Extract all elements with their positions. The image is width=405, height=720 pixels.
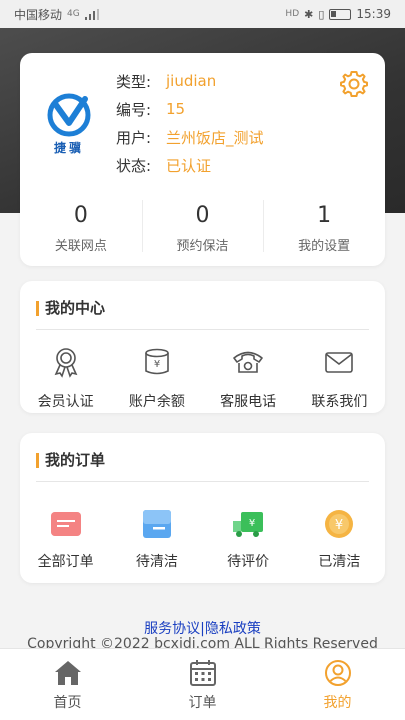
tab-orders[interactable]: 订单	[135, 649, 270, 720]
info-value: 兰州饭店_测试	[166, 128, 264, 147]
calendar-icon	[189, 659, 216, 686]
profile-info: 类型: jiudian 编号: 15 用户: 兰州饭店_测试 状态: 已认证	[116, 67, 264, 179]
grid-label: 全部订单	[37, 554, 94, 570]
info-row-user: 用户: 兰州饭店_测试	[116, 123, 264, 151]
grid-label: 联系我们	[311, 394, 368, 410]
svg-text:¥: ¥	[249, 518, 255, 529]
stat-label: 我的设置	[298, 239, 351, 254]
bluetooth-icon: ✱	[304, 7, 314, 21]
pending-review-button[interactable]: ¥ 待评价	[203, 507, 294, 571]
section-title: 我的订单	[36, 453, 105, 468]
grid-label: 客服电话	[220, 394, 277, 410]
policy-links[interactable]: 服务协议|隐私政策	[0, 618, 405, 638]
info-value: 已认证	[166, 156, 212, 175]
clock-label: 15:39	[356, 7, 391, 21]
vibrate-icon: ▯	[318, 7, 325, 21]
divider	[36, 481, 369, 482]
info-label: 编号:	[116, 100, 152, 119]
home-icon	[54, 660, 81, 685]
stat-booked-cleaning[interactable]: 0 预约保洁	[141, 200, 264, 254]
contact-us-button[interactable]: 联系我们	[294, 345, 385, 411]
profile-card: 捷骥 类型: jiudian 编号: 15 用户: 兰州饭店_测试 状态: 已认…	[20, 53, 385, 266]
signal-icon: 4G	[67, 9, 80, 19]
tab-home[interactable]: 首页	[0, 649, 135, 720]
service-phone-button[interactable]: 客服电话	[203, 345, 294, 411]
orders-grid: 全部订单 待清洁 ¥ 待评价 ¥ 已清洁	[20, 507, 385, 571]
account-balance-button[interactable]: ¥ 账户余额	[111, 345, 202, 411]
cleaned-button[interactable]: ¥ 已清洁	[294, 507, 385, 571]
user-icon	[324, 659, 351, 686]
svg-text:¥: ¥	[154, 359, 160, 370]
grid-label: 待清洁	[135, 554, 178, 570]
grid-label: 会员认证	[37, 394, 94, 410]
grid-label: 待评价	[227, 554, 270, 570]
status-bar: 中国移动 4G HD ✱ ▯ 15:39	[0, 0, 405, 28]
phone-icon	[233, 351, 263, 373]
stats-row: 0 关联网点 0 预约保洁 1 我的设置	[20, 200, 385, 254]
my-center-card: 我的中心 会员认证 ¥ 账户余额 客服电话 联系我们	[20, 281, 385, 413]
svg-text:¥: ¥	[335, 518, 343, 533]
grid-label: 已清洁	[318, 554, 361, 570]
stat-number: 0	[73, 203, 88, 228]
divider	[36, 329, 369, 330]
all-orders-button[interactable]: 全部订单	[20, 507, 111, 571]
info-row-status: 状态: 已认证	[116, 151, 264, 179]
info-row-number: 编号: 15	[116, 95, 264, 123]
center-grid: 会员认证 ¥ 账户余额 客服电话 联系我们	[20, 345, 385, 411]
hd-icon: HD	[285, 9, 300, 19]
box-icon	[142, 510, 171, 538]
member-verify-button[interactable]: 会员认证	[20, 345, 111, 411]
stat-label: 预约保洁	[176, 239, 229, 254]
tab-label: 首页	[53, 694, 82, 711]
bottom-tab-bar: 首页 订单 我的	[0, 648, 405, 720]
wallet-icon: ¥	[145, 348, 169, 375]
info-label: 类型:	[116, 72, 152, 91]
brand-logo: 捷骥	[46, 93, 92, 159]
logo-icon	[47, 93, 91, 137]
info-value: 15	[166, 100, 186, 118]
my-orders-card: 我的订单 全部订单 待清洁 ¥ 待评价 ¥ 已清洁	[20, 433, 385, 583]
coin-icon: ¥	[325, 510, 354, 538]
grid-label: 账户余额	[128, 394, 185, 410]
tab-label: 我的	[323, 694, 352, 711]
stat-my-settings[interactable]: 1 我的设置	[263, 200, 385, 254]
stat-label: 关联网点	[54, 239, 107, 254]
stat-linked-outlets[interactable]: 0 关联网点	[20, 200, 142, 254]
stat-number: 1	[317, 203, 332, 228]
logo-text: 捷骥	[53, 141, 84, 155]
section-title: 我的中心	[36, 301, 105, 316]
info-row-type: 类型: jiudian	[116, 67, 264, 95]
stat-number: 0	[195, 203, 210, 228]
truck-icon: ¥	[233, 512, 264, 537]
tab-label: 订单	[188, 694, 217, 711]
signal-bars-icon	[84, 8, 99, 20]
badge-icon	[54, 348, 78, 378]
info-value: jiudian	[166, 72, 217, 90]
settings-gear-icon[interactable]	[339, 69, 369, 99]
info-label: 状态:	[116, 156, 152, 175]
pending-cleaning-button[interactable]: 待清洁	[111, 507, 202, 571]
info-label: 用户:	[116, 128, 152, 147]
tab-mine[interactable]: 我的	[270, 649, 405, 720]
mail-icon	[325, 352, 354, 373]
carrier-label: 中国移动	[14, 7, 63, 22]
card-icon	[50, 512, 81, 536]
battery-icon	[329, 8, 352, 20]
